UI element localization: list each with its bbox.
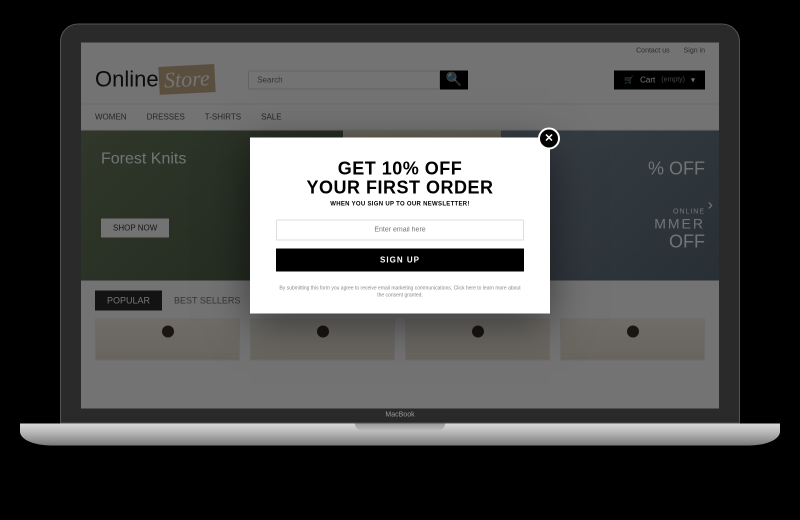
signup-button[interactable]: SIGN UP: [276, 248, 524, 271]
modal-heading-line1: GET 10% OFF: [276, 160, 524, 179]
laptop-base: MacBook: [20, 424, 780, 446]
newsletter-modal: ✕ GET 10% OFF YOUR FIRST ORDER WHEN YOU …: [250, 138, 550, 314]
modal-subheading: WHEN YOU SIGN UP TO OUR NEWSLETTER!: [276, 201, 524, 207]
email-input[interactable]: [276, 219, 524, 240]
close-button[interactable]: ✕: [538, 128, 560, 150]
device-label: MacBook: [385, 412, 414, 419]
modal-overlay[interactable]: ✕ GET 10% OFF YOUR FIRST ORDER WHEN YOU …: [81, 43, 719, 409]
modal-heading-line2: YOUR FIRST ORDER: [276, 179, 524, 198]
modal-disclaimer: By submitting this form you agree to rec…: [276, 285, 524, 299]
close-icon: ✕: [544, 133, 553, 145]
